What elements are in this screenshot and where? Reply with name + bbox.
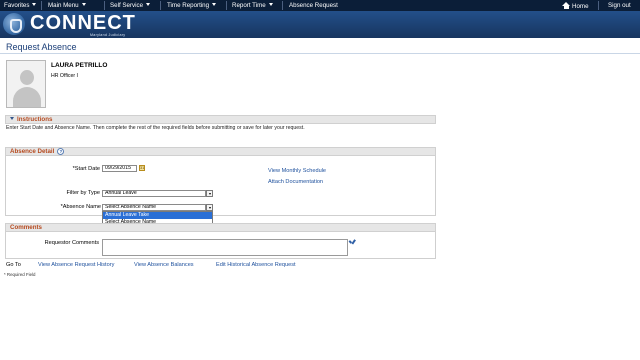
avatar [6, 60, 46, 108]
edit-historical-absence-request-link[interactable]: Edit Historical Absence Request [216, 262, 296, 268]
chevron-down-icon [81, 3, 86, 6]
breadcrumb-report-time[interactable]: Report Time [232, 2, 273, 9]
filter-by-type-select[interactable]: Annual Leave [102, 190, 206, 197]
help-icon[interactable]: ? [57, 148, 65, 155]
nav-divider [226, 1, 227, 10]
instructions-header[interactable]: Instructions [5, 115, 436, 124]
collapse-icon [10, 117, 14, 120]
top-nav-bar: Favorites Main Menu Self Service Time Re… [0, 0, 640, 11]
avatar-head-icon [20, 70, 34, 85]
instructions-text: Enter Start Date and Absence Name. Then … [6, 125, 305, 131]
requestor-comments-textarea[interactable] [102, 239, 348, 256]
chevron-down-icon [32, 3, 37, 6]
chevron-down-icon[interactable] [206, 204, 213, 211]
self-service-label: Self Service [110, 2, 144, 9]
app-logo-subtitle: Maryland Judiciary [90, 33, 126, 37]
absence-name-select[interactable]: Select Absence Name [102, 204, 206, 211]
favorites-menu[interactable]: Favorites [4, 2, 37, 9]
required-field-note: * Required Field [4, 272, 36, 277]
sign-out-link[interactable]: Sign out [608, 2, 631, 9]
nav-divider [160, 1, 161, 10]
breadcrumb-self-service[interactable]: Self Service [110, 2, 151, 9]
view-absence-balances-link[interactable]: View Absence Balances [134, 262, 194, 268]
absence-detail-header: Absence Detail? [5, 147, 436, 156]
absence-name-label: *Absence Name [60, 204, 101, 210]
calendar-icon[interactable]: 31 [139, 165, 145, 171]
main-menu[interactable]: Main Menu [48, 2, 86, 9]
avatar-body-icon [13, 87, 41, 107]
start-date-input[interactable]: 09/29/2015 [102, 165, 137, 172]
favorites-label: Favorites [4, 2, 30, 9]
requestor-comments-label: Requestor Comments [44, 240, 99, 246]
employee-title: HR Officer I [51, 73, 78, 79]
time-reporting-label: Time Reporting [167, 2, 210, 9]
attach-documentation-link[interactable]: Attach Documentation [268, 179, 323, 185]
filter-by-type-label: Filter by Type [66, 190, 100, 196]
view-monthly-schedule-link[interactable]: View Monthly Schedule [268, 168, 326, 174]
view-absence-request-history-link[interactable]: View Absence Request History [38, 262, 114, 268]
page-title: Request Absence [6, 42, 77, 52]
instructions-title: Instructions [17, 116, 53, 123]
main-menu-label: Main Menu [48, 2, 79, 9]
chevron-down-icon[interactable] [206, 190, 213, 197]
connect-logo-icon [3, 13, 25, 35]
home-link[interactable]: Home [562, 2, 589, 10]
goto-label: Go To [6, 262, 21, 268]
nav-divider [104, 1, 105, 10]
report-time-label: Report Time [232, 2, 266, 9]
absence-detail-title: Absence Detail [10, 148, 55, 155]
employee-name: LAURA PETRILLO [51, 62, 108, 69]
nav-divider [282, 1, 283, 10]
home-icon [562, 2, 570, 9]
app-logo-text: CONNECT [30, 12, 136, 34]
chevron-down-icon [212, 3, 217, 6]
divider [5, 258, 436, 259]
chevron-down-icon [146, 3, 151, 6]
chevron-down-icon [268, 3, 273, 6]
nav-divider [598, 1, 599, 10]
nav-divider [41, 1, 42, 10]
breadcrumb-absence-request[interactable]: Absence Request [289, 2, 338, 9]
breadcrumb-time-reporting[interactable]: Time Reporting [167, 2, 217, 9]
home-label: Home [572, 3, 589, 10]
start-date-label: *Start Date [72, 166, 100, 172]
spellcheck-icon[interactable] [348, 238, 356, 246]
comments-header: Comments [5, 223, 436, 232]
divider [0, 53, 640, 54]
comments-title: Comments [10, 224, 42, 231]
